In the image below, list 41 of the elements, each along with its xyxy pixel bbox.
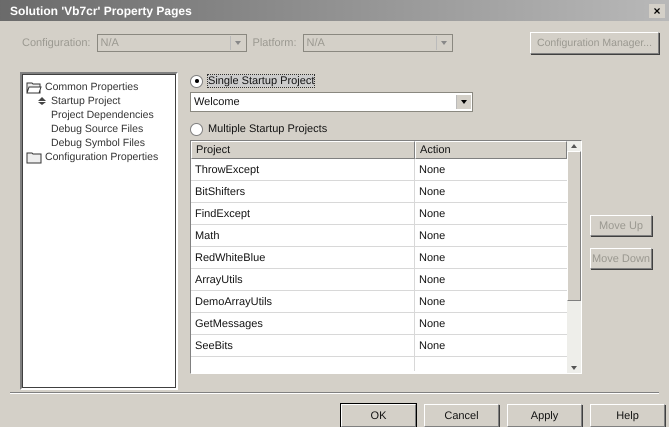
tree-item[interactable]: Debug Symbol Files [51, 137, 145, 149]
radio-button[interactable] [190, 122, 203, 136]
dialog-button[interactable]: Help [590, 404, 665, 427]
tree-item[interactable]: Common Properties [45, 81, 138, 93]
dialog-button[interactable]: OK [341, 404, 416, 427]
tree-item[interactable]: Debug Source Files [51, 123, 144, 135]
table-cell: RedWhiteBlue [191, 247, 415, 268]
window-title: Solution 'Vb7cr' Property Pages [10, 4, 192, 18]
table-cell: ArrayUtils [191, 269, 415, 290]
platform-label: Platform: [252, 36, 297, 49]
column-header[interactable]: Action [415, 141, 567, 159]
table-cell-text: None [418, 317, 446, 332]
tree-item[interactable]: Project Dependencies [51, 109, 154, 121]
tree-item[interactable]: Configuration Properties [45, 151, 158, 163]
table-cell-text: None [418, 295, 446, 310]
table-cell-text: None [418, 163, 446, 178]
table-cell-text: None [418, 185, 446, 200]
radio-label[interactable]: Multiple Startup Projects [208, 123, 328, 135]
radio-label[interactable]: Single Startup Project [208, 75, 314, 87]
table-cell-text: None [418, 251, 446, 266]
table-cell-text: None [418, 207, 446, 222]
table-cell-text: None [418, 273, 446, 288]
scroll-thumb[interactable] [567, 151, 581, 301]
table-cell: Math [191, 225, 415, 246]
table-cell: DemoArrayUtils [191, 291, 415, 312]
column-header[interactable]: Project [191, 141, 415, 159]
dialog-button[interactable]: Apply [507, 404, 582, 427]
table-cell: BitShifters [191, 181, 415, 202]
tree-item[interactable]: Startup Project [51, 95, 120, 107]
table-cell: SeeBits [191, 335, 415, 356]
close-button[interactable]: × [649, 4, 665, 18]
table-cell: ThrowExcept [191, 159, 415, 180]
table-cell-text: None [418, 229, 446, 244]
table-cell: GetMessages [191, 313, 415, 334]
startup-project-dropdown[interactable]: Welcome [190, 92, 473, 112]
scrollbar[interactable] [567, 141, 581, 373]
configuration-label: Configuration: [22, 36, 90, 49]
table-cell: FindExcept [191, 203, 415, 224]
radio-button[interactable] [190, 74, 203, 88]
dialog-button[interactable]: Cancel [424, 404, 499, 427]
table-cell-text: None [418, 339, 446, 354]
